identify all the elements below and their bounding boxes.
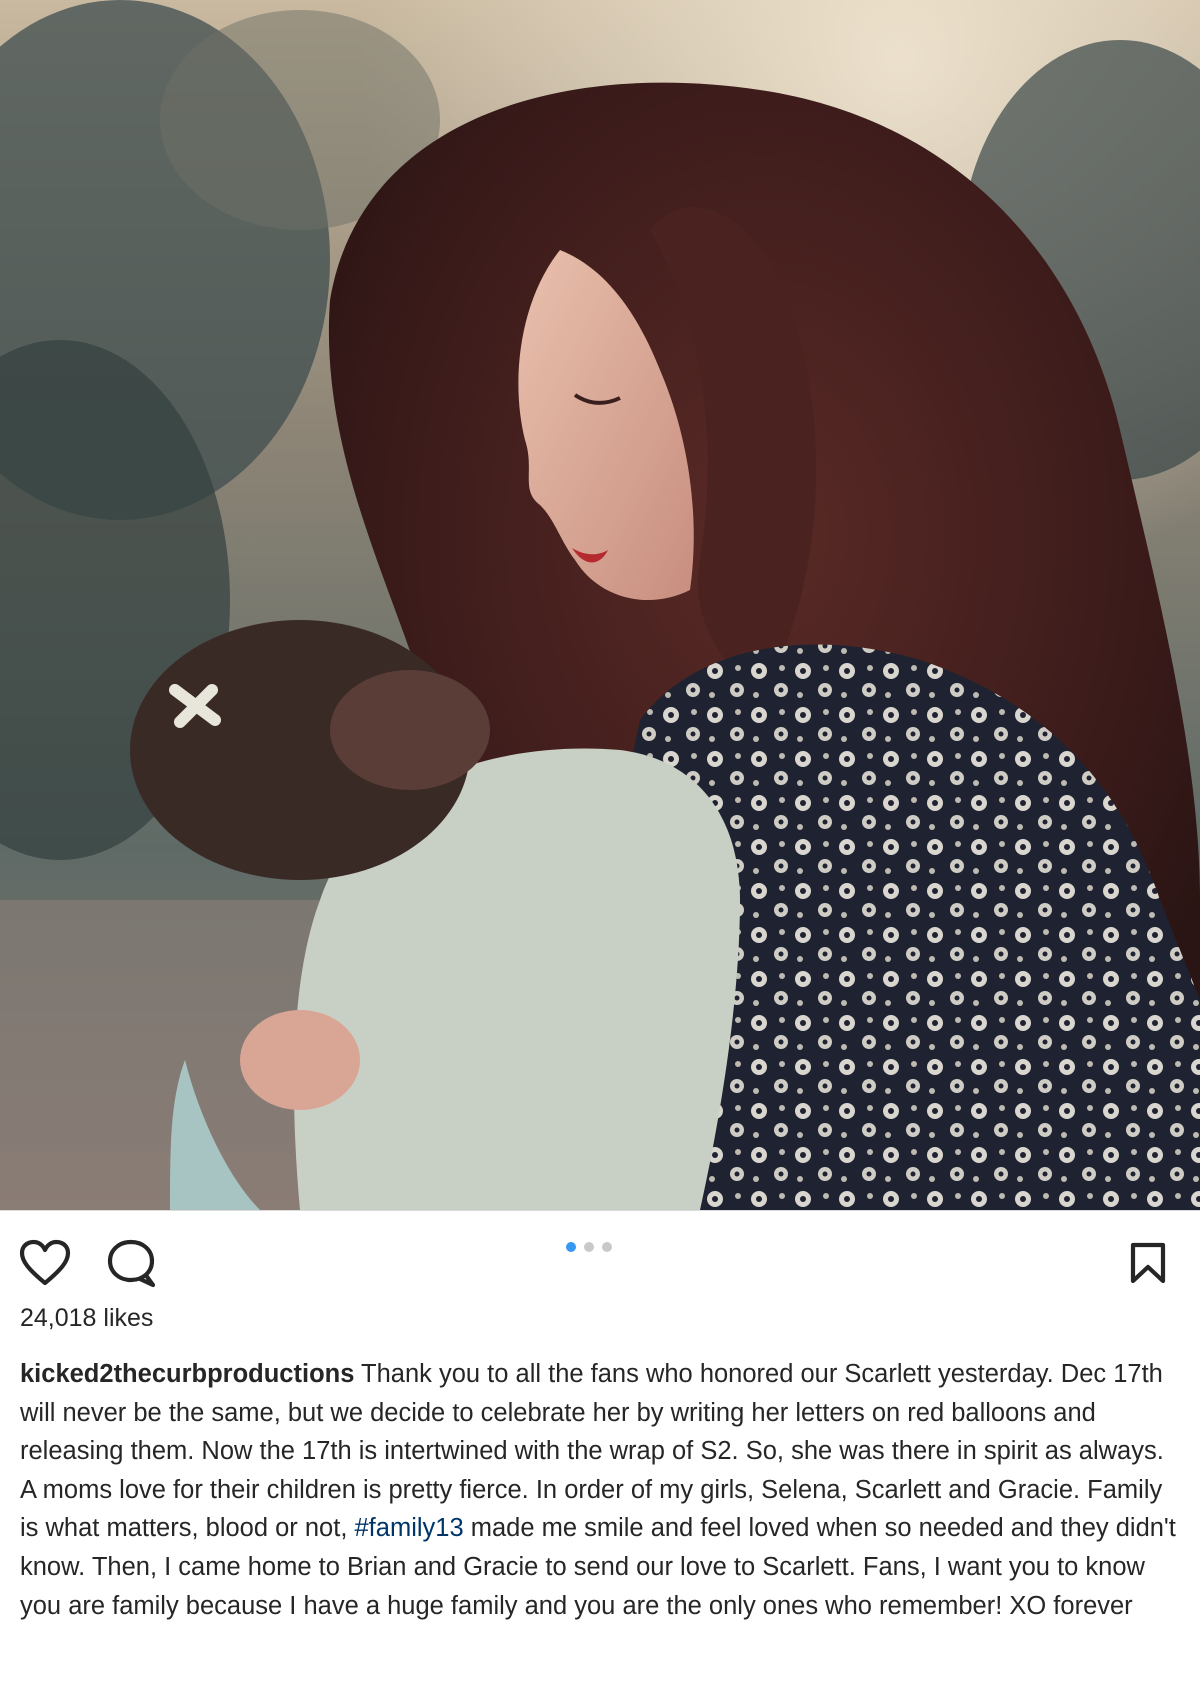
carousel-dot[interactable] [584,1242,594,1252]
carousel-indicator [566,1242,612,1252]
post-photo[interactable] [0,0,1200,1210]
caption-hashtag[interactable]: #family13 [355,1514,464,1542]
bookmark-icon[interactable] [1128,1241,1168,1290]
heart-icon[interactable] [18,1239,72,1292]
carousel-dot[interactable] [566,1242,576,1252]
post-caption: kicked2thecurbproductions Thank you to a… [20,1355,1180,1625]
carousel-dot[interactable] [602,1242,612,1252]
comment-icon[interactable] [105,1237,159,1294]
post-actions-bar [0,1210,1200,1307]
likes-count[interactable]: 24,018 likes [20,1304,153,1333]
caption-username[interactable]: kicked2thecurbproductions [20,1360,354,1388]
post-photo-image [0,0,1200,1210]
